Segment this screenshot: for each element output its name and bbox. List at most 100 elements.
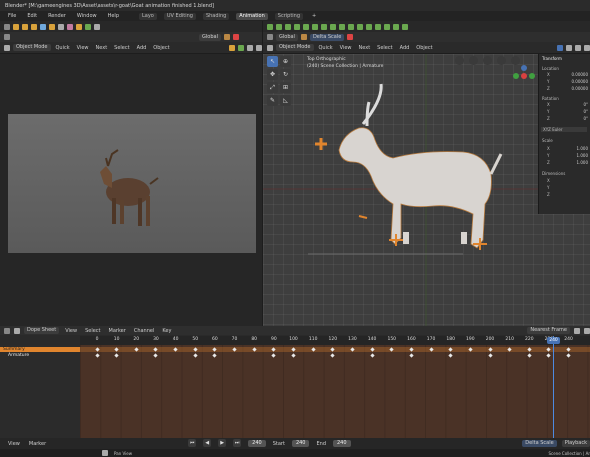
proportional-icon[interactable] (233, 34, 239, 40)
image-icon[interactable] (40, 23, 46, 30)
texture-icon[interactable] (67, 23, 73, 30)
rotate-tool-icon[interactable]: ↻ (280, 69, 291, 80)
left-menu-add[interactable]: Add (135, 45, 149, 51)
keyframe[interactable] (153, 353, 159, 358)
menu-window[interactable]: Window (75, 13, 99, 19)
jump-end-icon[interactable]: ⏭ (233, 438, 242, 447)
editor-type-icon[interactable] (267, 34, 273, 40)
shading-icon[interactable] (575, 44, 581, 51)
keyframe[interactable] (566, 353, 571, 358)
xray-icon[interactable] (566, 44, 572, 51)
channel-armature[interactable]: Armature (0, 353, 80, 358)
shading-icon[interactable] (584, 44, 590, 51)
summary-keyframe-row[interactable] (80, 347, 590, 352)
proportional-icon[interactable] (347, 34, 354, 40)
measure-tool-icon[interactable]: ◺ (280, 95, 291, 106)
dopesheet-menu-view[interactable]: View (63, 328, 79, 334)
left-menu-quick[interactable]: Quick (54, 45, 72, 51)
snap-icon[interactable] (294, 23, 300, 30)
keyframe[interactable] (232, 347, 237, 352)
overlay-icon[interactable] (229, 44, 235, 51)
left-menu-next[interactable]: Next (94, 45, 110, 51)
rotation-y-field[interactable]: 0° (583, 109, 588, 114)
keyframe[interactable] (546, 347, 552, 352)
left-menu-select[interactable]: Select (112, 45, 131, 51)
snap-icon[interactable] (384, 23, 390, 30)
frame-ruler[interactable]: 0 10 20 30 40 50 60 70 80 90 100 110 120 130 140 150 160… (80, 336, 590, 345)
workspace-tab-scripting[interactable]: Scripting (274, 12, 304, 20)
shading-icon[interactable] (247, 44, 253, 51)
left-mode-dropdown[interactable]: Object Mode (13, 44, 51, 51)
keyframe[interactable] (193, 347, 198, 352)
render-icon[interactable] (94, 23, 100, 30)
world-icon[interactable] (85, 23, 91, 30)
workspace-tab-uv-editing[interactable]: UV Editing (163, 12, 196, 20)
pivot-icon[interactable] (224, 34, 230, 40)
location-z-field[interactable]: 0.00000 (571, 86, 588, 91)
rotation-z-field[interactable]: 0° (583, 116, 588, 121)
folder-icon[interactable] (22, 23, 28, 30)
dopesheet-menu-channel[interactable]: Channel (132, 328, 157, 334)
dopesheet-menu-marker[interactable]: Marker (107, 328, 128, 334)
snap-icon[interactable] (393, 23, 399, 30)
keyframe[interactable] (311, 347, 316, 352)
keyframe[interactable] (369, 347, 375, 352)
right-menu-quick[interactable]: Quick (317, 45, 335, 51)
keyframe[interactable] (350, 347, 355, 352)
play-reverse-icon[interactable]: ◀ (203, 438, 212, 447)
keyframe[interactable] (94, 347, 100, 352)
playback-menu[interactable]: Playback (561, 440, 590, 447)
keyframe[interactable] (291, 353, 296, 358)
keyframe[interactable] (527, 353, 532, 358)
transform-tool-icon[interactable]: ⊞ (280, 82, 291, 93)
keyframe[interactable] (271, 347, 276, 352)
pin-icon[interactable] (14, 327, 20, 334)
dopesheet-mode-dropdown[interactable]: Dope Sheet (24, 327, 60, 334)
snap-icon[interactable] (402, 23, 408, 30)
camera-icon[interactable] (58, 23, 64, 30)
playhead[interactable] (553, 336, 554, 438)
timeline-menu-marker[interactable]: Marker (27, 441, 48, 447)
hand-icon[interactable] (483, 56, 492, 65)
keyframe[interactable] (546, 353, 552, 358)
add-workspace-button[interactable]: + (310, 13, 318, 19)
snap-icon[interactable] (357, 23, 363, 30)
workspace-tab-animation[interactable]: Animation (236, 12, 268, 20)
keyframe[interactable] (448, 347, 453, 352)
menu-icon[interactable] (4, 23, 10, 30)
keyframe[interactable] (114, 347, 119, 352)
keyframe[interactable] (566, 347, 571, 352)
end-frame-field[interactable]: 240 (333, 440, 351, 447)
folder-icon[interactable] (31, 23, 37, 30)
move-tool-icon[interactable]: ✥ (267, 69, 278, 80)
snap-icon[interactable] (375, 23, 381, 30)
keyframe[interactable] (409, 347, 414, 352)
location-y-field[interactable]: 0.00000 (571, 79, 588, 84)
material-icon[interactable] (76, 23, 82, 30)
keyframe[interactable] (507, 347, 512, 352)
keyframe-area[interactable] (80, 345, 590, 438)
rotation-x-field[interactable]: 0° (583, 102, 588, 107)
keyframe[interactable] (389, 347, 394, 352)
snap-icon[interactable] (267, 23, 273, 30)
filter-icon[interactable] (574, 327, 580, 334)
keyframe[interactable] (114, 353, 119, 358)
gizmo-icon[interactable] (238, 44, 244, 51)
current-frame-label[interactable]: 240 (547, 337, 560, 344)
channel-summary[interactable]: Summary (0, 347, 80, 352)
snap-icon[interactable] (339, 23, 345, 30)
keyframe[interactable] (173, 347, 178, 352)
keyframe[interactable] (134, 347, 139, 352)
menu-render[interactable]: Render (46, 13, 68, 19)
keyframe[interactable] (428, 347, 434, 352)
keyframe[interactable] (153, 347, 159, 352)
current-frame-field[interactable]: 240 (248, 440, 266, 447)
zoom-icon[interactable] (497, 56, 506, 65)
keyframe[interactable] (330, 347, 335, 352)
viewport-icon[interactable] (267, 44, 273, 51)
keyframe[interactable] (369, 353, 375, 358)
snap-icon[interactable] (348, 23, 354, 30)
start-frame-field[interactable]: 240 (291, 440, 310, 447)
snap-icon[interactable] (303, 23, 309, 30)
keyframe[interactable] (252, 347, 257, 352)
